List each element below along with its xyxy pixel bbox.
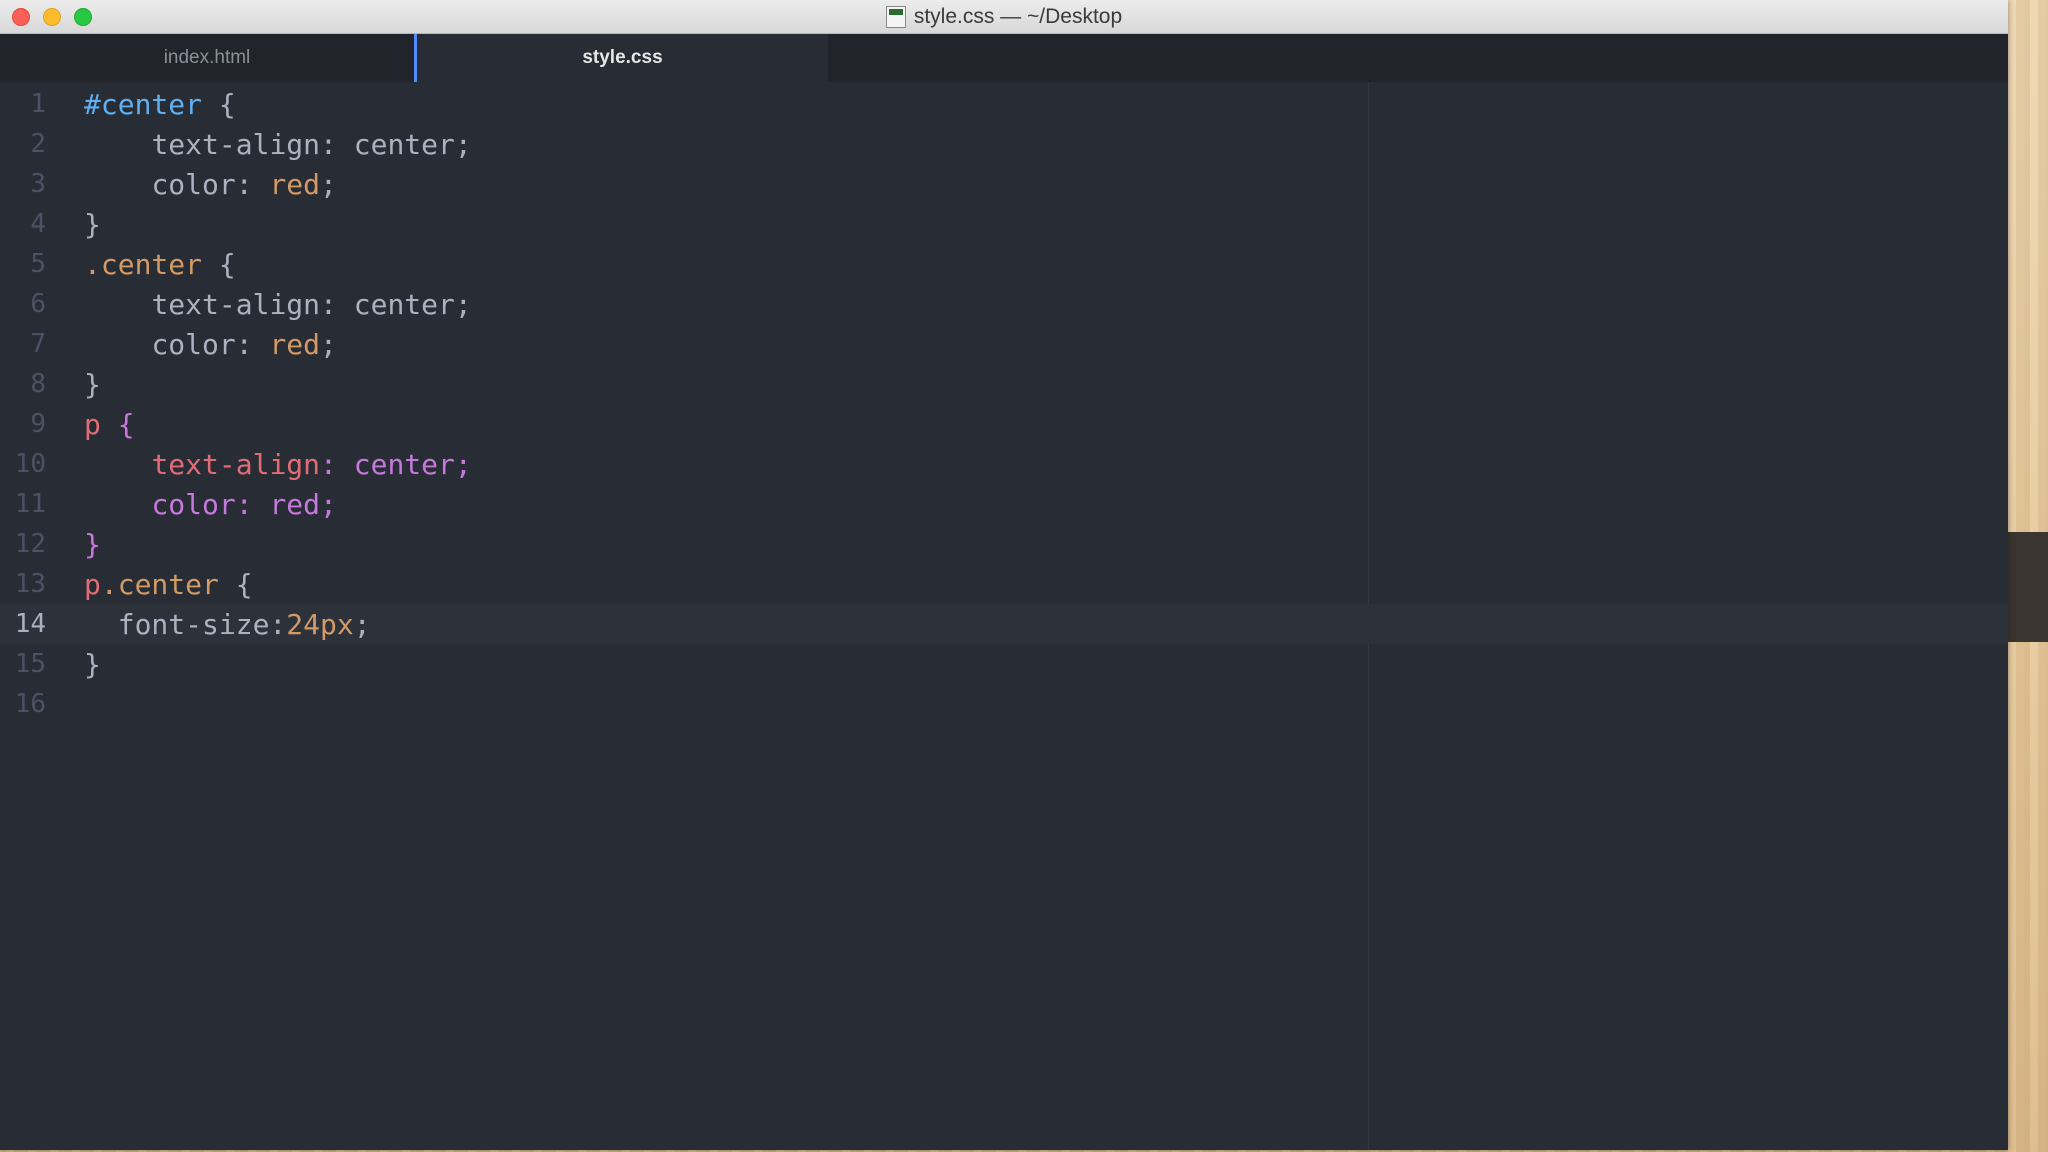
code-text: } — [84, 527, 101, 561]
code-editor[interactable]: 1 #center { 2 text-align: center; 3 colo… — [0, 82, 2008, 1150]
line-number: 11 — [14, 489, 46, 519]
line-number: 14 — [14, 609, 46, 639]
code-text: } — [84, 207, 101, 241]
code-line[interactable]: 11 color: red; — [0, 484, 2008, 524]
code-text: p.center { — [84, 567, 253, 601]
code-text: } — [84, 647, 101, 681]
line-number: 10 — [14, 449, 46, 479]
line-number: 4 — [30, 209, 46, 239]
code-line[interactable]: 16 — [0, 684, 2008, 724]
line-number: 8 — [30, 369, 46, 399]
code-text: p { — [84, 407, 135, 441]
desktop-object — [2008, 532, 2048, 642]
code-line[interactable]: 4 } — [0, 204, 2008, 244]
tab-label: index.html — [163, 47, 251, 68]
document-icon — [885, 6, 906, 28]
code-line[interactable]: 9 p { — [0, 404, 2008, 444]
code-text: color: red; — [151, 327, 337, 361]
window-title-area: style.css — ~/Desktop — [0, 0, 2008, 34]
title-bar[interactable]: style.css — ~/Desktop — [0, 0, 2008, 34]
code-line[interactable]: 6 text-align: center; — [0, 284, 2008, 324]
line-number: 9 — [30, 409, 46, 439]
code-line[interactable]: 2 text-align: center; — [0, 124, 2008, 164]
line-number: 2 — [30, 129, 46, 159]
code-line[interactable]: 8 } — [0, 364, 2008, 404]
tab-style-css[interactable]: style.css — [414, 34, 828, 82]
code-text: font-size:24px; — [117, 607, 371, 641]
code-line-active[interactable]: 14 font-size:24px; — [0, 604, 2008, 644]
line-number: 1 — [30, 89, 46, 119]
tab-label: style.css — [582, 47, 663, 68]
code-line[interactable]: 12 } — [0, 524, 2008, 564]
code-text: .center { — [84, 247, 236, 281]
code-line[interactable]: 15 } — [0, 644, 2008, 684]
code-line[interactable]: 3 color: red; — [0, 164, 2008, 204]
code-text: color: red; — [151, 167, 337, 201]
window-title: style.css — ~/Desktop — [913, 5, 1123, 28]
editor-window: style.css — ~/Desktop index.html style.c… — [0, 0, 2008, 1150]
tab-index-html[interactable]: index.html — [0, 34, 414, 82]
line-number: 13 — [14, 569, 46, 599]
line-number: 12 — [14, 529, 46, 559]
code-text: #center { — [84, 87, 236, 121]
code-line[interactable]: 1 #center { — [0, 84, 2008, 124]
code-text: text-align: center; — [151, 447, 472, 481]
line-number: 16 — [14, 689, 46, 719]
code-text: text-align: center; — [151, 127, 472, 161]
code-line[interactable]: 5 .center { — [0, 244, 2008, 284]
code-line[interactable]: 7 color: red; — [0, 324, 2008, 364]
code-line[interactable]: 13 p.center { — [0, 564, 2008, 604]
tab-bar: index.html style.css — [0, 34, 2008, 82]
line-number: 6 — [30, 289, 46, 319]
code-text: } — [84, 367, 101, 401]
code-line[interactable]: 10 text-align: center; — [0, 444, 2008, 484]
line-number: 7 — [30, 329, 46, 359]
line-number: 5 — [30, 249, 46, 279]
line-number: 3 — [30, 169, 46, 199]
line-number: 15 — [14, 649, 46, 679]
code-text: text-align: center; — [151, 287, 472, 321]
code-text: color: red; — [151, 487, 337, 521]
